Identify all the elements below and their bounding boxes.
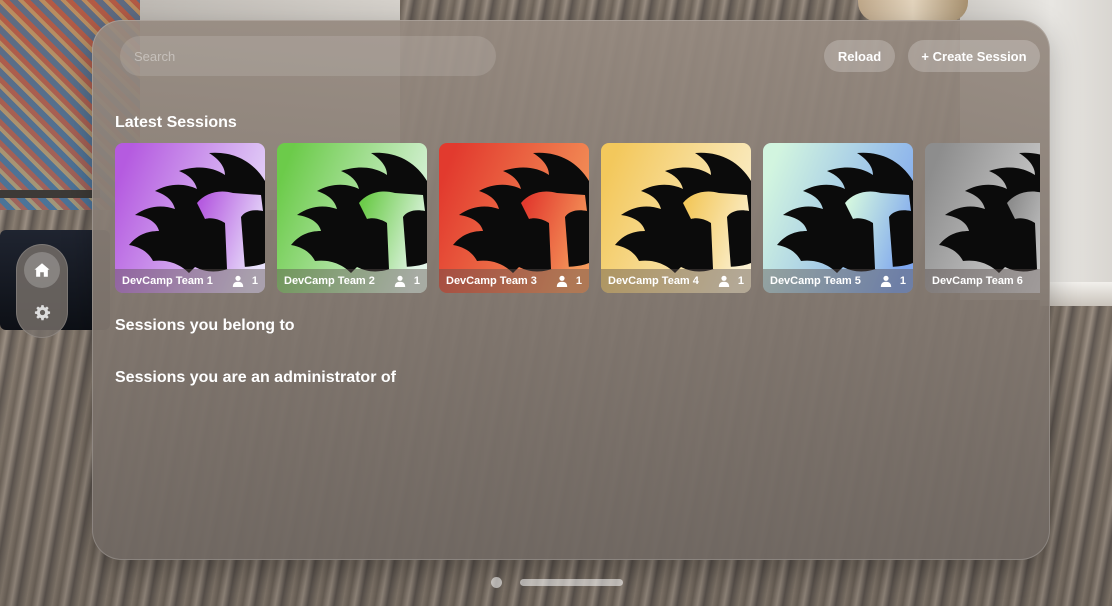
session-name: DevCamp Team 1	[122, 275, 213, 287]
member-sessions-heading: Sessions you belong to	[115, 317, 295, 334]
session-card[interactable]: DevCamp Team 6	[925, 143, 1040, 293]
member-count: 1	[718, 275, 744, 287]
session-name: DevCamp Team 6	[932, 275, 1023, 287]
member-count: 1	[556, 275, 582, 287]
session-name: DevCamp Team 5	[770, 275, 861, 287]
session-card-footer: DevCamp Team 3 1	[439, 269, 589, 293]
member-count-value: 1	[575, 275, 582, 287]
environment-rail	[0, 190, 100, 198]
member-count-value: 1	[737, 275, 744, 287]
person-icon	[880, 275, 892, 287]
person-icon	[232, 275, 244, 287]
session-card[interactable]: DevCamp Team 2 1	[277, 143, 427, 293]
session-card-footer: DevCamp Team 6	[925, 269, 1040, 293]
member-count-value: 1	[251, 275, 258, 287]
gear-icon	[34, 304, 50, 320]
window-close-dot[interactable]	[491, 577, 502, 588]
person-icon	[394, 275, 406, 287]
create-session-button[interactable]: + Create Session	[908, 40, 1040, 72]
session-card-footer: DevCamp Team 5 1	[763, 269, 913, 293]
person-icon	[556, 275, 568, 287]
session-card-footer: DevCamp Team 2 1	[277, 269, 427, 293]
window-grabber-bar[interactable]	[520, 579, 623, 586]
session-card[interactable]: DevCamp Team 3 1	[439, 143, 589, 293]
session-name: DevCamp Team 4	[608, 275, 699, 287]
admin-sessions-heading: Sessions you are an administrator of	[115, 369, 396, 386]
session-card[interactable]: DevCamp Team 1 1	[115, 143, 265, 293]
session-card-footer: DevCamp Team 1 1	[115, 269, 265, 293]
reload-button[interactable]: Reload	[824, 40, 895, 72]
home-button[interactable]	[24, 252, 60, 288]
member-count: 1	[880, 275, 906, 287]
main-window: Reload + Create Session Latest Sessions …	[92, 20, 1050, 560]
member-count-value: 1	[413, 275, 420, 287]
latest-sessions-heading: Latest Sessions	[115, 114, 237, 131]
member-count-value: 1	[899, 275, 906, 287]
home-icon	[34, 263, 50, 277]
session-card-footer: DevCamp Team 4 1	[601, 269, 751, 293]
session-name: DevCamp Team 3	[446, 275, 537, 287]
member-count: 1	[394, 275, 420, 287]
settings-button[interactable]	[24, 294, 60, 330]
member-count: 1	[232, 275, 258, 287]
side-ornament	[16, 244, 68, 338]
search-input[interactable]	[120, 36, 496, 76]
session-card[interactable]: DevCamp Team 4 1	[601, 143, 751, 293]
environment-sculpture	[858, 0, 968, 22]
session-name: DevCamp Team 2	[284, 275, 375, 287]
session-card[interactable]: DevCamp Team 5 1	[763, 143, 913, 293]
latest-sessions-list: DevCamp Team 1 1 DevCamp Team 2 1 DevCam…	[115, 143, 1040, 295]
environment-step	[1040, 282, 1112, 306]
person-icon	[718, 275, 730, 287]
